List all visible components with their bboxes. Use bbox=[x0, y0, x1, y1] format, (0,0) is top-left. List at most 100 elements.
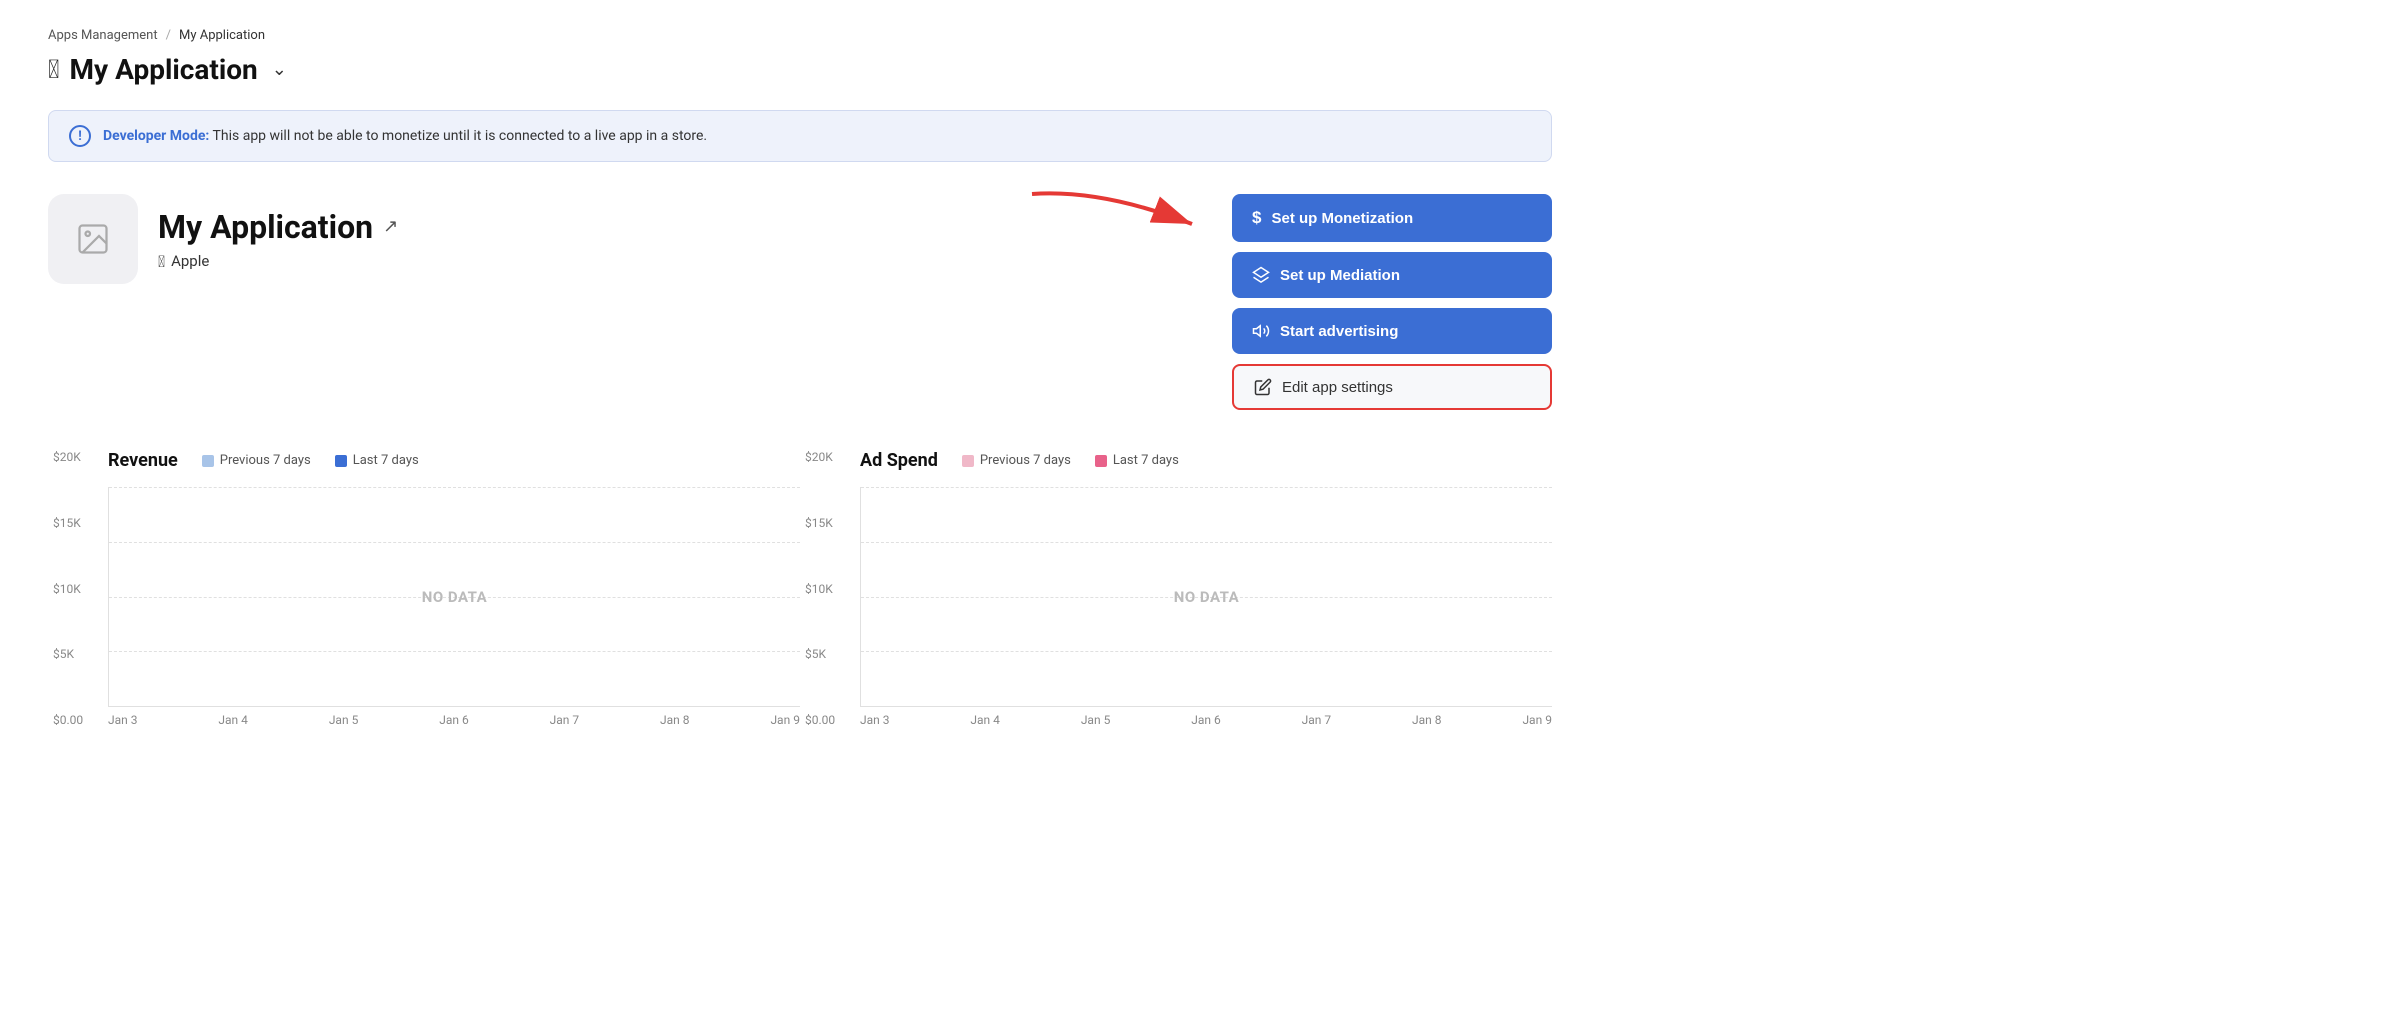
ad-spend-x-jan4: Jan 4 bbox=[970, 713, 1000, 727]
ad-spend-prev-dot bbox=[962, 455, 974, 467]
ad-spend-y-5k: $5K bbox=[805, 647, 835, 661]
ad-spend-grid-25 bbox=[861, 542, 1552, 543]
app-info-row: My Application ↗  Apple bbox=[48, 194, 1552, 410]
ad-spend-no-data: NO DATA bbox=[1174, 588, 1240, 606]
apple-icon:  bbox=[48, 55, 60, 85]
title-dropdown-icon[interactable]: ⌄ bbox=[272, 59, 287, 80]
start-advertising-label: Start advertising bbox=[1280, 323, 1398, 340]
revenue-y-20k: $20K bbox=[53, 450, 83, 464]
page-wrapper: Apps Management / My Application  My Ap… bbox=[0, 0, 1600, 755]
ad-spend-y-20k: $20K bbox=[805, 450, 835, 464]
charts-wrapper: Revenue Previous 7 days Last 7 days $20K… bbox=[48, 450, 1552, 727]
ad-spend-x-jan3: Jan 3 bbox=[860, 713, 890, 727]
breadcrumb-current: My Application bbox=[179, 28, 265, 43]
ad-spend-legend-last: Last 7 days bbox=[1095, 453, 1179, 468]
setup-mediation-label: Set up Mediation bbox=[1280, 267, 1400, 284]
banner-bold-label: Developer Mode: bbox=[103, 128, 209, 144]
advertising-icon bbox=[1252, 322, 1270, 340]
revenue-chart-area: NO DATA bbox=[108, 487, 800, 707]
revenue-chart-title: Revenue bbox=[108, 450, 178, 471]
ad-spend-chart: Ad Spend Previous 7 days Last 7 days $20… bbox=[860, 450, 1552, 727]
start-advertising-button[interactable]: Start advertising bbox=[1232, 308, 1552, 354]
banner-text: Developer Mode: This app will not be abl… bbox=[103, 128, 707, 144]
revenue-y-10k: $10K bbox=[53, 582, 83, 596]
ad-spend-y-0: $0.00 bbox=[805, 713, 835, 727]
revenue-chart-header: Revenue Previous 7 days Last 7 days bbox=[108, 450, 800, 471]
page-title-row:  My Application ⌄ bbox=[48, 53, 1552, 86]
ad-spend-grid-75 bbox=[861, 651, 1552, 652]
app-info-left: My Application ↗  Apple bbox=[48, 194, 398, 284]
revenue-x-jan9: Jan 9 bbox=[770, 713, 800, 727]
banner-message: This app will not be able to monetize un… bbox=[213, 128, 708, 144]
revenue-last-dot bbox=[335, 455, 347, 467]
ad-spend-prev-label: Previous 7 days bbox=[980, 453, 1071, 468]
ad-spend-x-jan9: Jan 9 bbox=[1522, 713, 1552, 727]
breadcrumb-separator: / bbox=[166, 28, 171, 43]
revenue-x-jan7: Jan 7 bbox=[550, 713, 580, 727]
action-buttons: $ Set up Monetization Set up Mediation bbox=[1232, 194, 1552, 410]
app-name-block: My Application ↗  Apple bbox=[158, 208, 398, 271]
revenue-chart-body: $20K $15K $10K $5K $0.00 NO DATA bbox=[108, 487, 800, 727]
revenue-x-jan5: Jan 5 bbox=[329, 713, 359, 727]
revenue-prev-label: Previous 7 days bbox=[220, 453, 311, 468]
ad-spend-y-labels: $20K $15K $10K $5K $0.00 bbox=[805, 450, 835, 727]
revenue-legend-last: Last 7 days bbox=[335, 453, 419, 468]
revenue-y-5k: $5K bbox=[53, 647, 83, 661]
revenue-y-15k: $15K bbox=[53, 516, 83, 530]
apple-platform-icon:  bbox=[158, 252, 165, 271]
revenue-grid-75 bbox=[109, 651, 800, 652]
revenue-x-jan6: Jan 6 bbox=[439, 713, 469, 727]
revenue-no-data: NO DATA bbox=[422, 588, 488, 606]
ad-spend-last-dot bbox=[1095, 455, 1107, 467]
breadcrumb: Apps Management / My Application bbox=[48, 28, 1552, 43]
ad-spend-y-10k: $10K bbox=[805, 582, 835, 596]
action-area: $ Set up Monetization Set up Mediation bbox=[1232, 194, 1552, 410]
breadcrumb-parent[interactable]: Apps Management bbox=[48, 28, 158, 43]
revenue-y-0: $0.00 bbox=[53, 713, 83, 727]
revenue-grid-0 bbox=[109, 487, 800, 488]
ad-spend-chart-body: $20K $15K $10K $5K $0.00 NO DATA bbox=[860, 487, 1552, 727]
revenue-prev-dot bbox=[202, 455, 214, 467]
image-placeholder-icon bbox=[75, 221, 111, 257]
ad-spend-last-label: Last 7 days bbox=[1113, 453, 1179, 468]
revenue-chart: Revenue Previous 7 days Last 7 days $20K… bbox=[108, 450, 800, 727]
ad-spend-chart-area-wrapper: NO DATA Jan 3 Jan 4 Jan 5 Jan 6 Jan 7 Ja… bbox=[860, 487, 1552, 727]
setup-monetization-label: Set up Monetization bbox=[1271, 210, 1413, 227]
revenue-legend-previous: Previous 7 days bbox=[202, 453, 311, 468]
revenue-chart-area-wrapper: NO DATA Jan 3 Jan 4 Jan 5 Jan 6 Jan 7 Ja… bbox=[108, 487, 800, 727]
revenue-x-labels: Jan 3 Jan 4 Jan 5 Jan 6 Jan 7 Jan 8 Jan … bbox=[108, 707, 800, 727]
developer-mode-banner: ! Developer Mode: This app will not be a… bbox=[48, 110, 1552, 162]
ad-spend-x-jan7: Jan 7 bbox=[1302, 713, 1332, 727]
ad-spend-x-jan8: Jan 8 bbox=[1412, 713, 1442, 727]
layers-icon bbox=[1252, 266, 1270, 284]
setup-monetization-button[interactable]: $ Set up Monetization bbox=[1232, 194, 1552, 242]
ad-spend-legend-previous: Previous 7 days bbox=[962, 453, 1071, 468]
app-icon bbox=[48, 194, 138, 284]
edit-icon bbox=[1254, 378, 1272, 396]
ad-spend-grid-0 bbox=[861, 487, 1552, 488]
ad-spend-chart-header: Ad Spend Previous 7 days Last 7 days bbox=[860, 450, 1552, 471]
app-name: My Application bbox=[158, 208, 373, 246]
ad-spend-chart-title: Ad Spend bbox=[860, 450, 938, 471]
ad-spend-chart-area: NO DATA bbox=[860, 487, 1552, 707]
banner-info-icon: ! bbox=[69, 125, 91, 147]
revenue-x-jan8: Jan 8 bbox=[660, 713, 690, 727]
revenue-grid-25 bbox=[109, 542, 800, 543]
ad-spend-y-15k: $15K bbox=[805, 516, 835, 530]
revenue-x-jan3: Jan 3 bbox=[108, 713, 138, 727]
page-title: My Application bbox=[70, 53, 258, 86]
red-arrow-annotation bbox=[1022, 184, 1222, 244]
external-link-icon[interactable]: ↗ bbox=[383, 216, 398, 237]
ad-spend-x-labels: Jan 3 Jan 4 Jan 5 Jan 6 Jan 7 Jan 8 Jan … bbox=[860, 707, 1552, 727]
ad-spend-x-jan5: Jan 5 bbox=[1081, 713, 1111, 727]
app-platform-line:  Apple bbox=[158, 252, 398, 271]
app-platform: Apple bbox=[171, 252, 209, 270]
dollar-icon: $ bbox=[1252, 208, 1261, 228]
edit-app-settings-button[interactable]: Edit app settings bbox=[1232, 364, 1552, 410]
revenue-x-jan4: Jan 4 bbox=[218, 713, 248, 727]
revenue-last-label: Last 7 days bbox=[353, 453, 419, 468]
app-name-line: My Application ↗ bbox=[158, 208, 398, 246]
revenue-y-labels: $20K $15K $10K $5K $0.00 bbox=[53, 450, 83, 727]
setup-mediation-button[interactable]: Set up Mediation bbox=[1232, 252, 1552, 298]
edit-app-settings-label: Edit app settings bbox=[1282, 379, 1393, 396]
